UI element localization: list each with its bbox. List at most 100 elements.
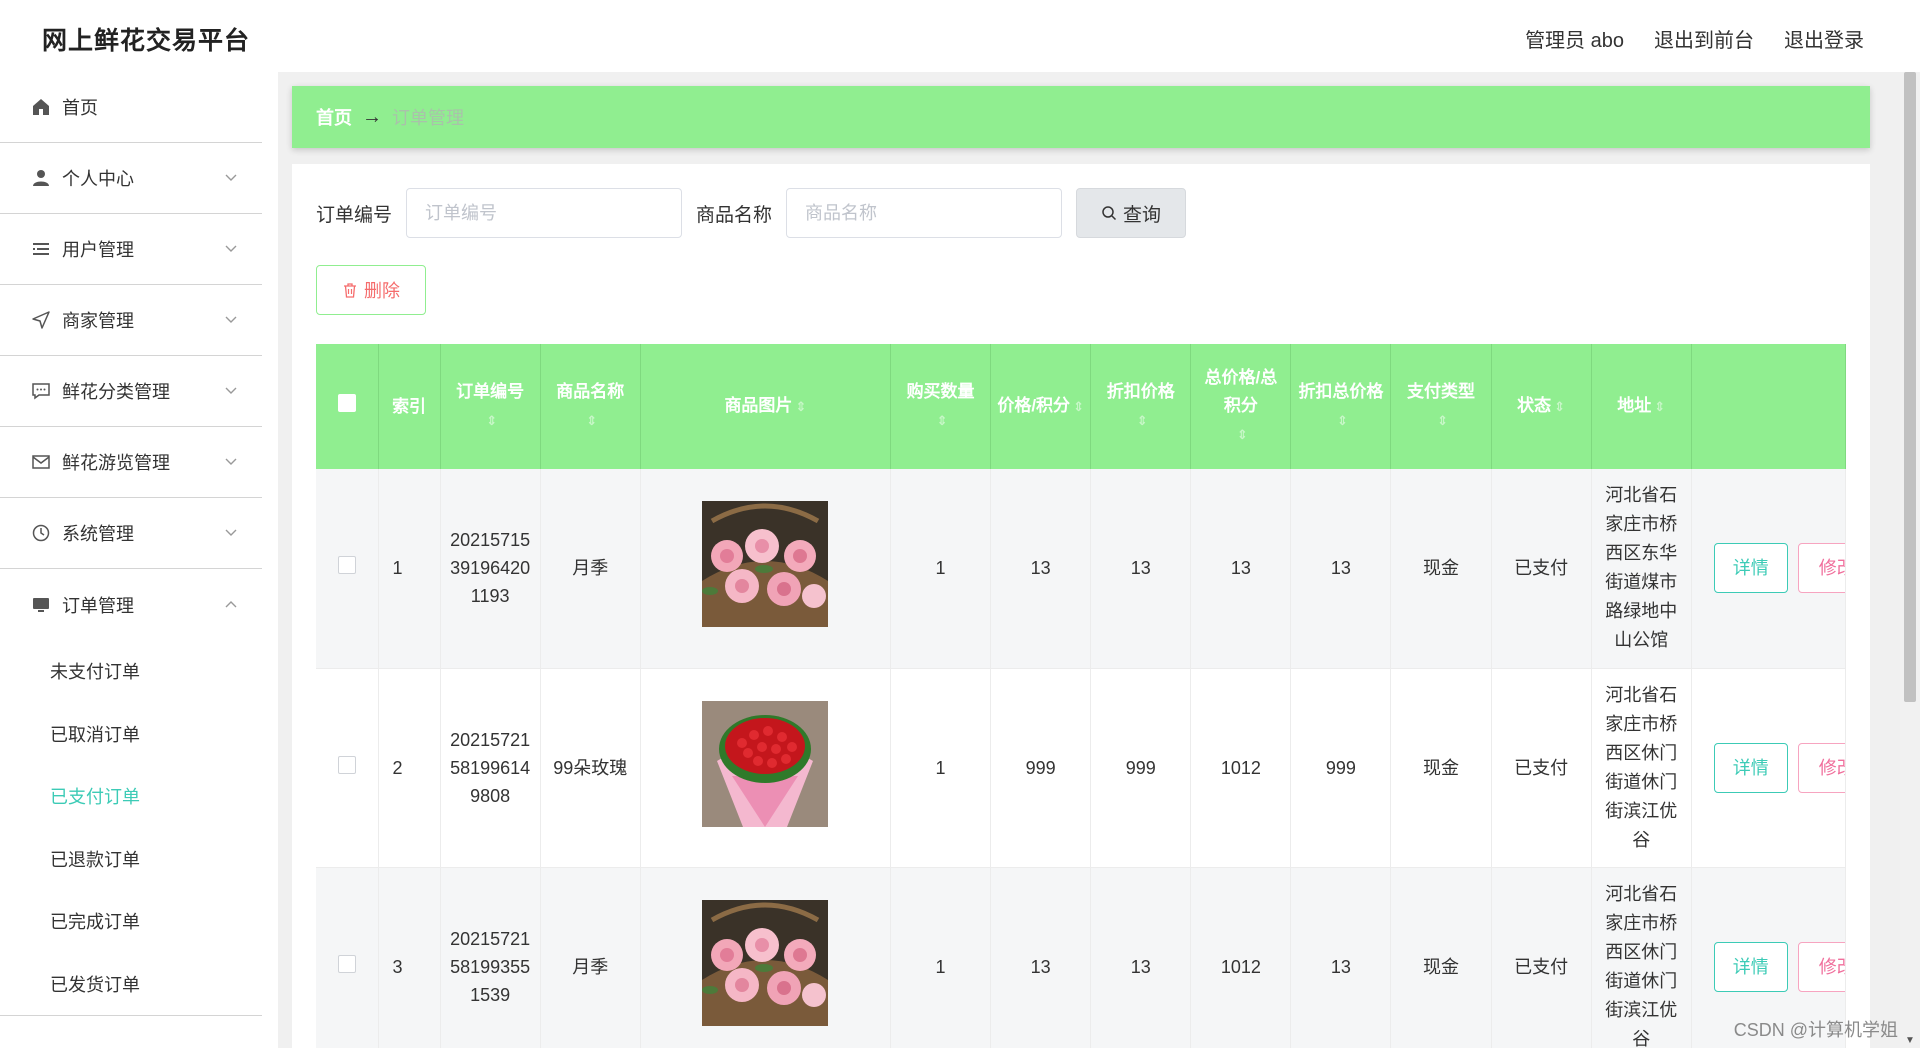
order-no-cell: 20215721581993551539 [440,867,541,1048]
product-image-cell [640,867,892,1048]
delete-button[interactable]: 删除 [316,265,426,315]
sort-icon[interactable]: ⇕ [486,413,497,428]
order-no-input[interactable] [406,188,683,238]
status-cell: 已支付 [1491,867,1592,1048]
sidebar-item-users[interactable]: 用户管理 [0,214,262,285]
scroll-down-icon[interactable]: ▼ [1905,1035,1915,1046]
quantity-cell: 1 [890,469,992,669]
sidebar-item-home[interactable]: 首页 [0,72,262,143]
query-button[interactable]: 查询 [1076,188,1187,238]
exit-to-front-link[interactable]: 退出到前台 [1654,24,1754,53]
actions-cell: 详情修改 [1691,668,1846,868]
sort-icon[interactable]: ⇕ [1237,427,1248,442]
sidebar-item-label: 商家管理 [62,311,134,331]
sidebar-item-label: 系统管理 [62,524,134,544]
header-links: 管理员 abo 退出到前台 退出登录 [1525,24,1864,53]
column-header[interactable]: 地址 ⇕ [1591,344,1692,469]
quantity-cell: 1 [890,867,992,1048]
sort-icon[interactable]: ⇕ [937,413,948,428]
sidebar-item-merchants[interactable]: 商家管理 [0,285,262,356]
edit-button[interactable]: 修改 [1797,742,1845,793]
sort-icon[interactable]: ⇕ [1073,399,1084,414]
detail-button[interactable]: 详情 [1713,543,1788,594]
sidebar-item-flower-browse[interactable]: 鲜花游览管理 [0,427,262,498]
search-form: 订单编号 商品名称 查询 [316,188,1187,238]
sidebar-item-label: 个人中心 [62,169,134,189]
sub-item-completed[interactable]: 已完成订单 [0,890,262,953]
sub-item-unpaid[interactable]: 未支付订单 [0,640,262,703]
chevron-down-icon [225,316,237,323]
row-checkbox[interactable] [337,556,356,575]
user-icon [30,167,52,189]
column-header[interactable]: 折扣总价格⇕ [1290,344,1392,469]
product-name-input[interactable] [786,188,1063,238]
order-no-cell: 20215715391964201193 [440,469,541,669]
monitor-icon [30,594,52,616]
total-price-cell: 13 [1190,469,1292,669]
top-header: 网上鲜花交易平台 管理员 abo 退出到前台 退出登录 [0,0,1920,72]
column-header[interactable]: 折扣价格 ⇕ [1090,344,1192,469]
pay-type-cell: 现金 [1390,469,1492,669]
column-header[interactable]: 商品图片 ⇕ [640,344,892,469]
column-header[interactable]: 价格/积分 ⇕ [990,344,1092,469]
column-header[interactable]: 购买数量 ⇕ [890,344,992,469]
sidebar-item-flower-category[interactable]: 鲜花分类管理 [0,356,262,427]
detail-button[interactable]: 详情 [1713,742,1788,793]
order-no-cell: 20215721581996149808 [440,668,541,868]
sidebar-item-profile[interactable]: 个人中心 [0,143,262,214]
main-content: 首页 → 订单管理 订单编号 商品名称 查询 删除 [278,72,1910,1048]
sort-icon[interactable]: ⇕ [1654,399,1665,414]
column-header[interactable]: 商品名称 ⇕ [540,344,641,469]
mail-icon [30,451,52,473]
table-header-row: 索引 订单编号 ⇕ 商品名称 ⇕ 商品图片 ⇕ 购买数量 ⇕ 价格/积分 ⇕ 折扣价格 ⇕ … [316,344,1846,469]
sort-icon[interactable]: ⇕ [586,413,597,428]
red-roses-bouquet-image [702,700,829,827]
row-checkbox[interactable] [337,755,356,774]
discount-total-cell: 999 [1290,668,1392,868]
discount-price-cell: 13 [1090,867,1192,1048]
content-panel: 订单编号 商品名称 查询 删除 [292,164,1870,1048]
detail-button[interactable]: 详情 [1713,941,1788,992]
product-name-cell: 月季 [540,469,641,669]
sidebar-item-label: 鲜花游览管理 [62,453,170,473]
edit-button[interactable]: 修改 [1797,543,1845,594]
send-icon [30,309,52,331]
breadcrumb-home[interactable]: 首页 [316,104,352,130]
sub-item-refunded[interactable]: 已退款订单 [0,828,262,891]
column-header[interactable]: 状态 ⇕ [1491,344,1592,469]
status-cell: 已支付 [1491,668,1592,868]
chat-icon [30,380,52,402]
sidebar-item-orders[interactable]: 订单管理 [0,569,262,640]
column-header[interactable]: 总价格/总积分 ⇕ [1190,344,1292,469]
sub-item-paid[interactable]: 已支付订单 [0,765,262,828]
table-row: 2 20215721581996149808 99朵玫瑰 1 999 999 1… [316,668,1846,868]
trash-icon [344,283,356,298]
breadcrumb-current: 订单管理 [392,108,464,128]
sort-icon[interactable]: ⇕ [1554,399,1565,414]
chevron-down-icon [225,529,237,536]
price-cell: 999 [990,668,1092,868]
pink-roses-basket-image [702,899,829,1026]
sort-icon[interactable]: ⇕ [1437,413,1448,428]
column-header[interactable]: 订单编号 ⇕ [440,344,541,469]
sub-item-cancelled[interactable]: 已取消订单 [0,703,262,766]
select-all-checkbox[interactable] [337,393,356,412]
sort-icon[interactable]: ⇕ [1137,413,1148,428]
pink-roses-basket-image [702,501,829,628]
sidebar: 首页 个人中心 用户管理 商家管理 鲜花分类管理 鲜花游览管理 系统管理 订单管… [0,72,262,1048]
sort-icon[interactable]: ⇕ [795,399,806,414]
sub-item-shipped[interactable]: 已发货订单 [0,953,262,1016]
sidebar-item-system[interactable]: 系统管理 [0,498,262,569]
row-checkbox[interactable] [337,954,356,973]
page-scrollbar[interactable]: ▼ [1900,72,1920,1048]
product-name-label: 商品名称 [696,204,773,226]
product-name-cell: 月季 [540,867,641,1048]
search-icon [1102,206,1117,221]
scrollbar-thumb[interactable] [1904,72,1916,702]
logout-link[interactable]: 退出登录 [1784,24,1864,53]
delete-button-label: 删除 [364,281,400,301]
actions-header [1691,344,1846,469]
sort-icon[interactable]: ⇕ [1337,413,1348,428]
edit-button[interactable]: 修改 [1797,941,1845,992]
column-header[interactable]: 支付类型 ⇕ [1390,344,1492,469]
